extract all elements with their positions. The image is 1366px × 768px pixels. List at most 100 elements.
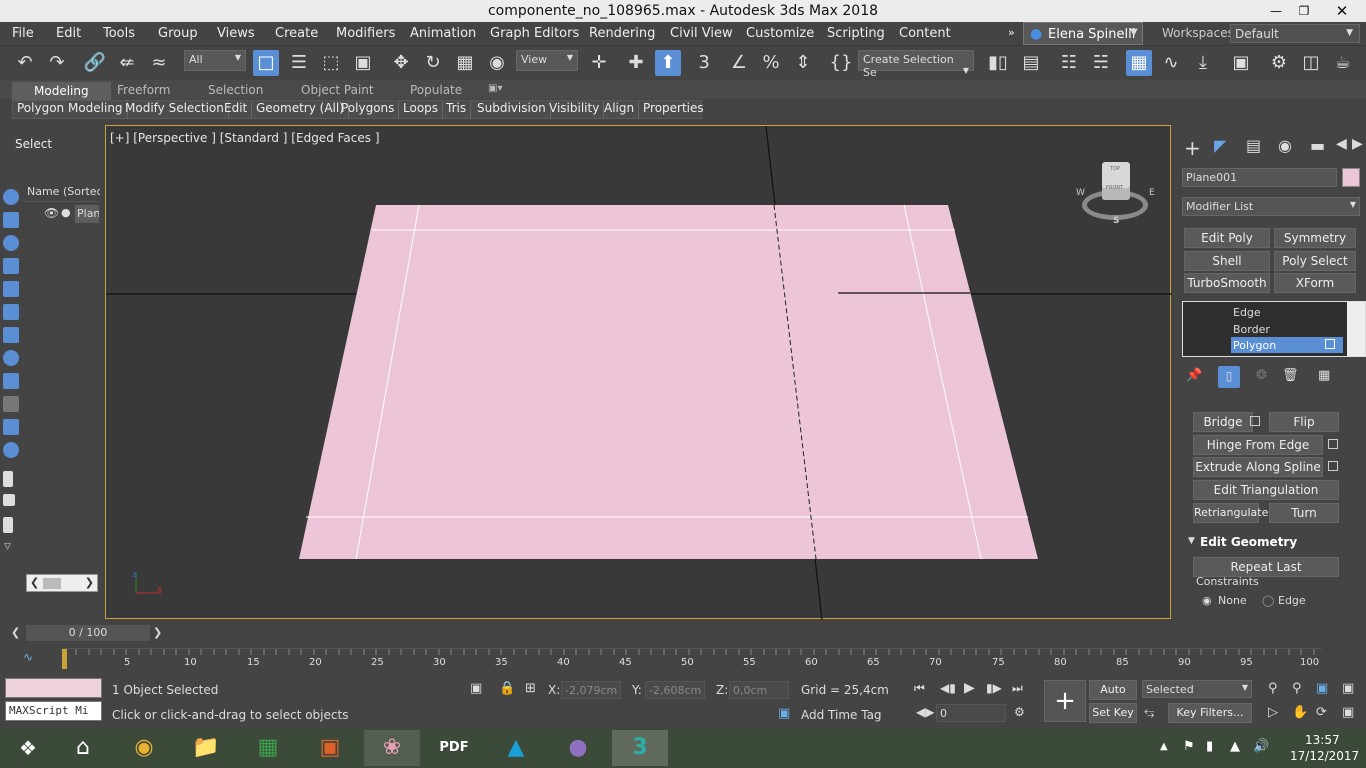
workspace-dropdown[interactable]: Default ▼ — [1230, 24, 1360, 43]
render-icon[interactable]: ● — [61, 206, 71, 219]
align-icon[interactable]: ▤ — [1018, 50, 1044, 76]
set-keys-icon[interactable]: + — [1044, 680, 1086, 722]
time-slider[interactable]: 0 / 100 — [26, 625, 150, 641]
display-cameras-icon[interactable] — [3, 258, 19, 274]
edit-poly-button[interactable]: Edit Poly — [1184, 228, 1270, 248]
selection-filter-dropdown[interactable]: All ▼ — [184, 50, 246, 71]
unlink-icon[interactable]: ⇍ — [114, 50, 140, 76]
display-helpers-icon[interactable] — [3, 281, 19, 297]
add-time-tag[interactable]: Add Time Tag — [801, 708, 882, 722]
scroll-right-icon[interactable]: ❯ — [85, 576, 94, 589]
panel-next-icon[interactable]: ▶ — [1352, 136, 1363, 152]
zoom-extents-all-icon[interactable]: ▣ — [1342, 681, 1354, 696]
spinner-snap-icon[interactable]: ⇕ — [790, 50, 816, 76]
user-account[interactable]: ● Elena Spinelli ▼ — [1023, 22, 1143, 45]
toggle-ribbon-icon[interactable]: ▦ — [1126, 50, 1152, 76]
viewport-canvas[interactable]: z x — [106, 126, 1172, 620]
display-spacewarps-icon[interactable] — [3, 304, 19, 320]
display-hidden-icon[interactable] — [3, 442, 19, 458]
tab-object-paint[interactable]: Object Paint — [301, 83, 374, 97]
z-coord-field[interactable]: 0,0cm — [729, 681, 789, 699]
placement-icon[interactable]: ◉ — [484, 50, 510, 76]
material-editor-icon[interactable]: ▣ — [1228, 50, 1254, 76]
edit-triangulation-button[interactable]: Edit Triangulation — [1193, 480, 1339, 500]
menu-civil-view[interactable]: Civil View — [670, 26, 733, 41]
menu-graph-editors[interactable]: Graph Editors — [490, 26, 579, 41]
isolate-selection-icon[interactable]: ▣ — [470, 681, 482, 696]
filter-icon[interactable]: ▿ — [4, 538, 11, 554]
ribbon-options-icon[interactable]: ▣▾ — [488, 83, 502, 94]
display-groups-icon[interactable] — [3, 327, 19, 343]
3dsmax-taskbar-icon[interactable]: 3 — [612, 730, 668, 766]
tab-populate[interactable]: Populate — [410, 83, 462, 97]
rectangular-selection-icon[interactable]: ⬚ — [318, 50, 344, 76]
select-object-icon[interactable]: □ — [253, 50, 279, 76]
maxscript-mini-listener[interactable]: MAXScript Mi — [5, 701, 102, 721]
bridge-button[interactable]: Bridge — [1193, 412, 1253, 432]
render-frame-icon[interactable]: ◫ — [1298, 50, 1324, 76]
radio-edge-icon[interactable]: ◯ — [1262, 594, 1274, 607]
layer-explorer-icon[interactable]: ☷ — [1056, 50, 1082, 76]
turbosmooth-button[interactable]: TurboSmooth — [1184, 273, 1270, 293]
viewcube[interactable]: TOP FRONT W E S — [1076, 162, 1155, 226]
eye-icon[interactable]: 👁 — [44, 206, 59, 220]
perspective-viewport[interactable]: [+] [Perspective ] [Standard ] [Edged Fa… — [105, 125, 1172, 620]
display-lights-icon[interactable] — [3, 235, 19, 251]
key-filters-button[interactable]: Key Filters... — [1168, 703, 1252, 723]
stack-item-border[interactable]: Border — [1233, 323, 1270, 336]
subtab-polygons[interactable]: Polygons — [337, 101, 400, 119]
key-mode-icon[interactable]: ◀▶ — [916, 705, 934, 719]
poly-select-button[interactable]: Poly Select — [1274, 251, 1356, 271]
display-containers-icon[interactable] — [3, 396, 19, 412]
subtab-subdivision[interactable]: Subdivision — [473, 101, 551, 119]
network-icon[interactable]: ▲ — [1230, 739, 1240, 754]
close-button[interactable]: ✕ — [1324, 0, 1360, 22]
curve-editor-icon[interactable]: ∿ — [1158, 50, 1184, 76]
menu-rendering[interactable]: Rendering — [589, 26, 655, 41]
menu-customize[interactable]: Customize — [746, 26, 814, 41]
layer-list-icon[interactable]: ☵ — [1088, 50, 1114, 76]
zoom-all-icon[interactable]: ⚲ — [1292, 681, 1302, 696]
clock-time[interactable]: 13:57 — [1305, 733, 1340, 747]
percent-snap-icon[interactable]: % — [758, 50, 784, 76]
rollout-collapse-icon[interactable]: ▼ — [1188, 536, 1195, 546]
scale-icon[interactable]: ▦ — [452, 50, 478, 76]
panel-prev-icon[interactable]: ◀ — [1336, 136, 1347, 152]
display-particles-icon[interactable] — [3, 419, 19, 435]
render-setup-icon[interactable]: ⚙ — [1266, 50, 1292, 76]
time-next-icon[interactable]: ❯ — [153, 626, 162, 639]
viewcube-box[interactable]: TOP FRONT — [1102, 162, 1130, 200]
explorer-hscrollbar[interactable]: ❮ ❯ — [26, 574, 98, 592]
stack-item-polygon[interactable]: Polygon — [1231, 337, 1343, 353]
battery-icon[interactable]: ▮ — [1206, 739, 1213, 754]
display-xrefs-icon[interactable] — [3, 350, 19, 366]
curve-icon[interactable]: ∿ — [23, 650, 33, 664]
display-frozen-icon[interactable] — [3, 471, 13, 487]
volume-icon[interactable]: 🔊 — [1253, 739, 1269, 754]
select-by-name-icon[interactable]: ☰ — [286, 50, 312, 76]
display-none-icon[interactable] — [3, 517, 13, 533]
tab-modeling[interactable]: Modeling — [12, 82, 111, 100]
goto-end-icon[interactable]: ⏭ — [1012, 681, 1023, 696]
menu-file[interactable]: File — [12, 26, 34, 41]
excel-icon[interactable]: ▦ — [240, 730, 296, 766]
create-tab-icon[interactable]: + — [1184, 136, 1201, 160]
rotate-icon[interactable]: ↻ — [420, 50, 446, 76]
time-configuration-icon[interactable]: ⚙ — [1014, 705, 1025, 719]
display-bones-icon[interactable] — [3, 373, 19, 389]
display-tab-icon[interactable]: ▬ — [1310, 136, 1325, 155]
image-viewer-icon[interactable]: ▣ — [302, 730, 358, 766]
zoom-icon[interactable]: ⚲ — [1268, 681, 1278, 696]
object-color-swatch[interactable] — [1342, 168, 1360, 187]
turn-button[interactable]: Turn — [1269, 503, 1339, 523]
menu-group[interactable]: Group — [158, 26, 198, 41]
flip-button[interactable]: Flip — [1269, 412, 1339, 432]
edit-geometry-title[interactable]: Edit Geometry — [1200, 535, 1297, 549]
autodesk-icon[interactable]: ▲ — [488, 730, 544, 766]
mirror-icon[interactable]: ▮▯ — [985, 50, 1011, 76]
start-icon[interactable]: ❖ — [0, 730, 56, 766]
reference-coord-dropdown[interactable]: View ▼ — [516, 50, 578, 71]
auto-key-button[interactable]: Auto Key — [1089, 680, 1137, 714]
subtab-modify-selection[interactable]: Modify Selection — [121, 101, 229, 119]
modify-tab-icon[interactable]: ◤ — [1214, 136, 1226, 155]
